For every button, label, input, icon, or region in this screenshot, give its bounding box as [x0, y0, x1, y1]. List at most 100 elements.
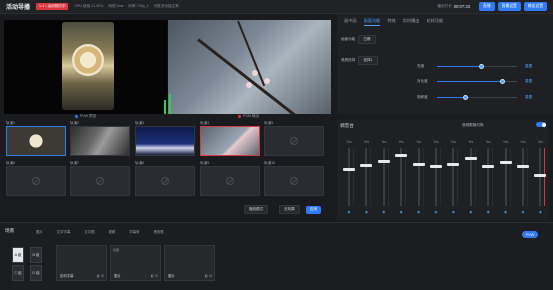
live-button[interactable]: 直播 — [479, 2, 495, 11]
tab-live[interactable]: 实时播出 — [403, 18, 420, 26]
beauty-select[interactable]: 选择1 — [358, 56, 378, 65]
source-cell[interactable]: 轨道10 — [264, 160, 324, 196]
source-cell[interactable]: 轨道5 — [264, 120, 324, 156]
slider-track[interactable] — [437, 79, 517, 84]
fader-track[interactable] — [435, 148, 437, 206]
add-image-tool[interactable]: 图片 — [36, 229, 43, 234]
channel-meter — [440, 148, 441, 206]
channel-settings-icon[interactable]: ◉ — [363, 210, 369, 214]
channel-settings-icon[interactable]: ◉ — [485, 210, 491, 214]
live-settings-button[interactable]: 直播设置 — [497, 2, 521, 11]
mixer-channel: Yes ◉ — [427, 140, 445, 218]
tab-picture[interactable]: 画面功能 — [363, 18, 381, 26]
layer-d[interactable]: D 组 — [30, 265, 42, 281]
reset-link[interactable]: 重置 — [525, 64, 532, 69]
scene-slot[interactable]: 标题 图片 ◧ ⚙ — [110, 245, 161, 281]
scene-slot[interactable]: 如何字幕 ◧ ⚙ — [56, 245, 107, 281]
slider-track[interactable] — [437, 64, 517, 69]
layer-c[interactable]: C 组 — [12, 265, 24, 281]
layer-a[interactable]: A 组 — [12, 247, 24, 263]
source-cell[interactable]: 轨道3 — [135, 120, 195, 156]
grid-controls-2: 无效果 应用 — [279, 205, 321, 214]
fader-knob[interactable] — [482, 165, 495, 169]
pgm-monitor[interactable] — [168, 20, 331, 114]
channel-settings-icon[interactable]: ◉ — [520, 210, 526, 214]
channel-settings-icon[interactable]: ◉ — [537, 210, 543, 214]
audio-follow-toggle[interactable] — [536, 122, 546, 127]
source-cell[interactable]: 轨道1 — [6, 120, 66, 156]
add-text-tool[interactable]: 文字字幕 — [57, 229, 71, 234]
blossom-image — [246, 82, 252, 88]
slider-knob[interactable] — [500, 79, 506, 84]
source-cell[interactable]: 轨道2 — [70, 120, 130, 156]
fader-track[interactable] — [504, 148, 507, 206]
mixer-channel: Yes ◉ — [410, 140, 428, 218]
tab-more[interactable]: 花样功能 — [427, 18, 444, 26]
source-cell[interactable]: 轨道7 — [70, 160, 130, 196]
fader-track[interactable] — [522, 148, 524, 206]
channel-settings-icon[interactable]: ◉ — [416, 210, 422, 214]
channel-settings-icon[interactable]: ◉ — [346, 210, 352, 214]
mixer-channel: Yes ◉ — [479, 140, 497, 218]
transition-select[interactable]: 无效果 — [279, 205, 300, 214]
play-mode-select[interactable]: 播放模式 — [244, 205, 269, 214]
pvw-button[interactable]: PVW — [522, 231, 539, 238]
source-cell[interactable]: 轨道9 — [200, 160, 260, 196]
output-settings-button[interactable]: 输出设置 — [523, 2, 547, 11]
fader-track[interactable] — [382, 148, 385, 206]
picture-function-label: 画面功能 — [341, 37, 356, 41]
pvw-label: PVW 预览 — [79, 114, 97, 118]
stat-network: 网络 0ms — [108, 4, 124, 8]
fader-track[interactable] — [348, 148, 350, 206]
fader-knob[interactable] — [395, 153, 408, 157]
channel-settings-icon[interactable]: ◉ — [503, 210, 509, 214]
fader-knob[interactable] — [464, 156, 477, 160]
slot-actions[interactable]: ◧ ⚙ — [151, 274, 158, 278]
fader-track[interactable] — [452, 148, 455, 206]
fader-knob[interactable] — [360, 164, 373, 168]
channel-settings-icon[interactable]: ◉ — [468, 210, 474, 214]
empty-source-icon — [290, 137, 298, 145]
empty-source-icon — [96, 177, 104, 185]
fader-knob[interactable] — [499, 160, 512, 164]
add-audio-tool[interactable]: 音效框 — [153, 229, 163, 234]
apply-button[interactable]: 应用 — [305, 205, 321, 214]
slot-actions[interactable]: ◧ ⚙ — [205, 274, 212, 278]
fader-track[interactable] — [417, 148, 420, 206]
fader-knob[interactable] — [534, 174, 547, 178]
channel-settings-icon[interactable]: ◉ — [450, 210, 456, 214]
fader-knob[interactable] — [343, 168, 355, 172]
fader-knob[interactable] — [430, 165, 442, 169]
add-text-image-tool[interactable]: 文字图 — [84, 229, 94, 234]
app-title: 活动导播 — [6, 5, 31, 11]
channel-settings-icon[interactable]: ◉ — [398, 210, 404, 214]
slider-knob[interactable] — [462, 95, 468, 100]
fader-knob[interactable] — [447, 162, 460, 166]
tab-effects[interactable]: 特效 — [387, 18, 395, 26]
channel-settings-icon[interactable]: ◉ — [433, 210, 439, 214]
layer-b[interactable]: B 组 — [30, 247, 42, 263]
fader-knob[interactable] — [517, 165, 529, 169]
source-thumbnail — [71, 127, 129, 155]
fader-track[interactable] — [487, 148, 490, 206]
empty-source-icon — [32, 177, 40, 185]
slider-knob[interactable] — [478, 64, 484, 69]
slider-track[interactable] — [437, 95, 517, 100]
tab-pip[interactable]: 画中画 — [344, 18, 357, 26]
add-video-tool[interactable]: 视频 — [109, 229, 116, 234]
fader-track[interactable] — [365, 148, 368, 206]
fader-knob[interactable] — [377, 159, 390, 163]
reset-link[interactable]: 重置 — [525, 79, 532, 84]
picture-function-select[interactable]: 白嫩 — [358, 35, 376, 44]
fader-knob[interactable] — [412, 162, 425, 166]
source-cell[interactable]: 轨道8 — [135, 160, 195, 196]
scene-slot[interactable]: 图片 ◧ ⚙ — [164, 245, 215, 281]
source-cell[interactable]: 轨道6 — [6, 160, 66, 196]
add-subtitle-tool[interactable]: 字幕条 — [129, 229, 139, 234]
reset-link[interactable]: 重置 — [525, 95, 532, 100]
channel-settings-icon[interactable]: ◉ — [381, 210, 387, 214]
source-cell[interactable]: 轨道4 — [200, 120, 260, 156]
pvw-monitor[interactable] — [4, 20, 167, 114]
slot-actions[interactable]: ◧ ⚙ — [97, 274, 104, 278]
mixer-channel: Yes ◉ — [497, 140, 515, 218]
